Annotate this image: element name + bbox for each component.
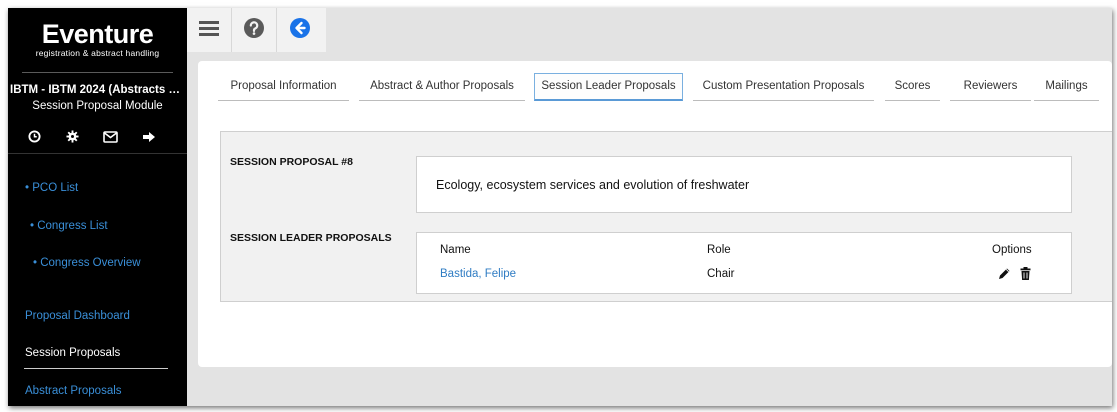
session-proposal-label: SESSION PROPOSAL #8 bbox=[230, 156, 353, 168]
session-leaders-label: SESSION LEADER PROPOSALS bbox=[230, 232, 392, 244]
sidebar-item-session-proposals[interactable]: Session Proposals bbox=[25, 347, 120, 359]
trash-icon[interactable] bbox=[1018, 266, 1032, 280]
tab-abstract-author-proposals[interactable]: Abstract & Author Proposals bbox=[359, 73, 525, 101]
sidebar-icon-bar bbox=[26, 128, 157, 145]
sidebar-item-proposal-dashboard[interactable]: Proposal Dashboard bbox=[25, 310, 130, 322]
sidebar-item-abstract-proposals[interactable]: Abstract Proposals bbox=[25, 385, 122, 397]
menu-button[interactable] bbox=[187, 8, 232, 52]
active-item-underline bbox=[24, 368, 168, 369]
session-leaders-table: Name Role Options Bastida, Felipe Chair bbox=[416, 232, 1072, 294]
module-name: Session Proposal Module bbox=[32, 100, 163, 112]
sidebar-item-congress-overview[interactable]: • Congress Overview bbox=[33, 257, 141, 269]
top-toolbar bbox=[187, 8, 326, 52]
logo: Eventure registration & abstract handlin… bbox=[8, 20, 187, 58]
back-button[interactable] bbox=[277, 8, 322, 52]
sidebar: Eventure registration & abstract handlin… bbox=[8, 8, 187, 406]
tab-scores[interactable]: Scores bbox=[885, 73, 940, 101]
proposal-content: SESSION PROPOSAL #8 Ecology, ecosystem s… bbox=[220, 131, 1112, 302]
logo-subtitle: registration & abstract handling bbox=[35, 48, 160, 58]
tab-proposal-information[interactable]: Proposal Information bbox=[218, 73, 349, 101]
app-window: Eventure registration & abstract handlin… bbox=[8, 8, 1112, 406]
logo-text: Eventure bbox=[41, 19, 154, 49]
leader-role: Chair bbox=[707, 268, 735, 280]
pencil-icon[interactable] bbox=[997, 266, 1011, 280]
main-panel: Proposal Information Abstract & Author P… bbox=[198, 61, 1112, 367]
divider bbox=[22, 72, 173, 73]
sidebar-item-congress-list[interactable]: • Congress List bbox=[30, 220, 108, 232]
clock-icon[interactable] bbox=[26, 128, 43, 145]
help-button[interactable] bbox=[232, 8, 277, 52]
back-arrow-icon bbox=[289, 17, 311, 44]
gear-icon[interactable] bbox=[64, 128, 81, 145]
congress-name: IBTM - IBTM 2024 (Abstracts & Par... bbox=[10, 84, 187, 96]
leader-name-link[interactable]: Bastida, Felipe bbox=[440, 268, 516, 280]
tab-session-leader-proposals[interactable]: Session Leader Proposals bbox=[534, 73, 683, 101]
help-icon bbox=[243, 17, 265, 44]
logout-icon[interactable] bbox=[140, 128, 157, 145]
session-title-box: Ecology, ecosystem services and evolutio… bbox=[416, 156, 1072, 213]
tab-mailings[interactable]: Mailings bbox=[1034, 73, 1099, 101]
tab-reviewers[interactable]: Reviewers bbox=[950, 73, 1031, 101]
menu-icon bbox=[199, 20, 219, 41]
column-header-name: Name bbox=[440, 244, 471, 256]
envelope-icon[interactable] bbox=[102, 128, 119, 145]
column-header-options: Options bbox=[992, 244, 1032, 256]
session-title: Ecology, ecosystem services and evolutio… bbox=[436, 178, 750, 192]
column-header-role: Role bbox=[707, 244, 731, 256]
tab-custom-presentation-proposals[interactable]: Custom Presentation Proposals bbox=[693, 73, 874, 101]
sidebar-item-pco-list[interactable]: • PCO List bbox=[25, 182, 78, 194]
divider bbox=[8, 153, 187, 154]
